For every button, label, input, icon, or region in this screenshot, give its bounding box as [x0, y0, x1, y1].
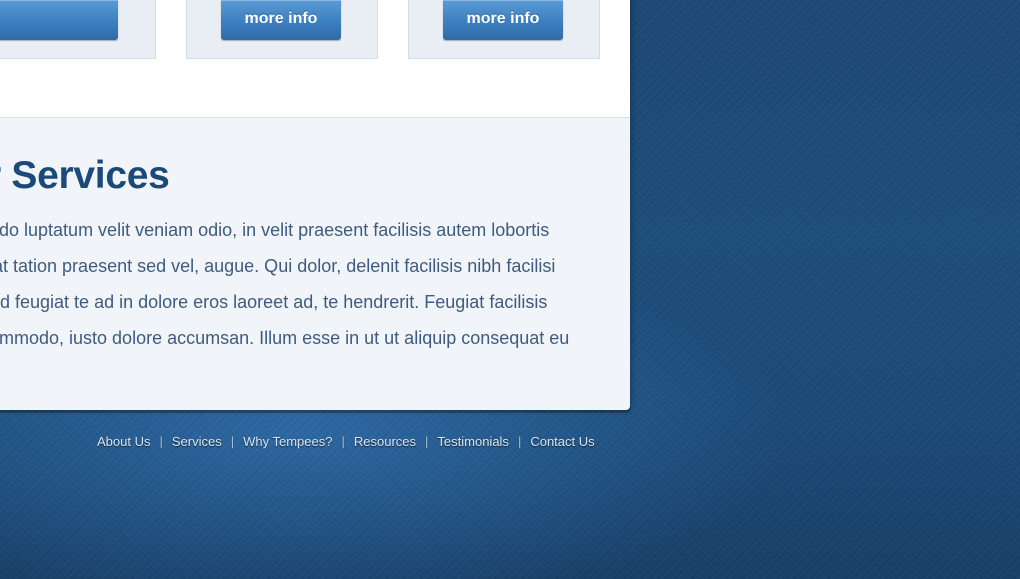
services-line-3: d feugiat te ad in dolore eros laoreet a… — [0, 292, 548, 312]
footer-link-why-tempees[interactable]: Why Tempees? — [243, 434, 332, 449]
footer-separator: | — [341, 434, 345, 449]
more-info-button-3[interactable]: more info — [443, 0, 563, 40]
services-line-1: do luptatum velit veniam odio, in velit … — [0, 220, 550, 240]
footer-link-services[interactable]: Services — [172, 434, 222, 449]
footer-link-testimonials[interactable]: Testimonials — [437, 434, 509, 449]
services-line-2: at tation praesent sed vel, augue. Qui d… — [0, 256, 556, 276]
more-info-button-1[interactable] — [0, 0, 118, 40]
footer-nav: About Us | Services | Why Tempees? | Resources… — [97, 434, 595, 449]
footer-link-contact-us[interactable]: Contact Us — [530, 434, 594, 449]
content-panel: more info more info r Services do luptat… — [0, 0, 630, 410]
footer-separator: | — [517, 434, 522, 449]
footer-separator: | — [230, 434, 235, 449]
footer-separator: | — [159, 434, 163, 449]
more-info-button-2[interactable]: more info — [221, 0, 341, 40]
footer-link-resources[interactable]: Resources — [354, 434, 416, 449]
footer-separator: | — [425, 434, 429, 449]
features-area: more info more info — [0, 0, 630, 118]
services-heading: r Services — [0, 154, 170, 197]
services-line-4: mmodo, iusto dolore accumsan. Illum esse… — [0, 328, 570, 348]
footer-link-about-us[interactable]: About Us — [97, 434, 150, 449]
services-paragraph: do luptatum velit veniam odio, in velit … — [0, 212, 620, 356]
